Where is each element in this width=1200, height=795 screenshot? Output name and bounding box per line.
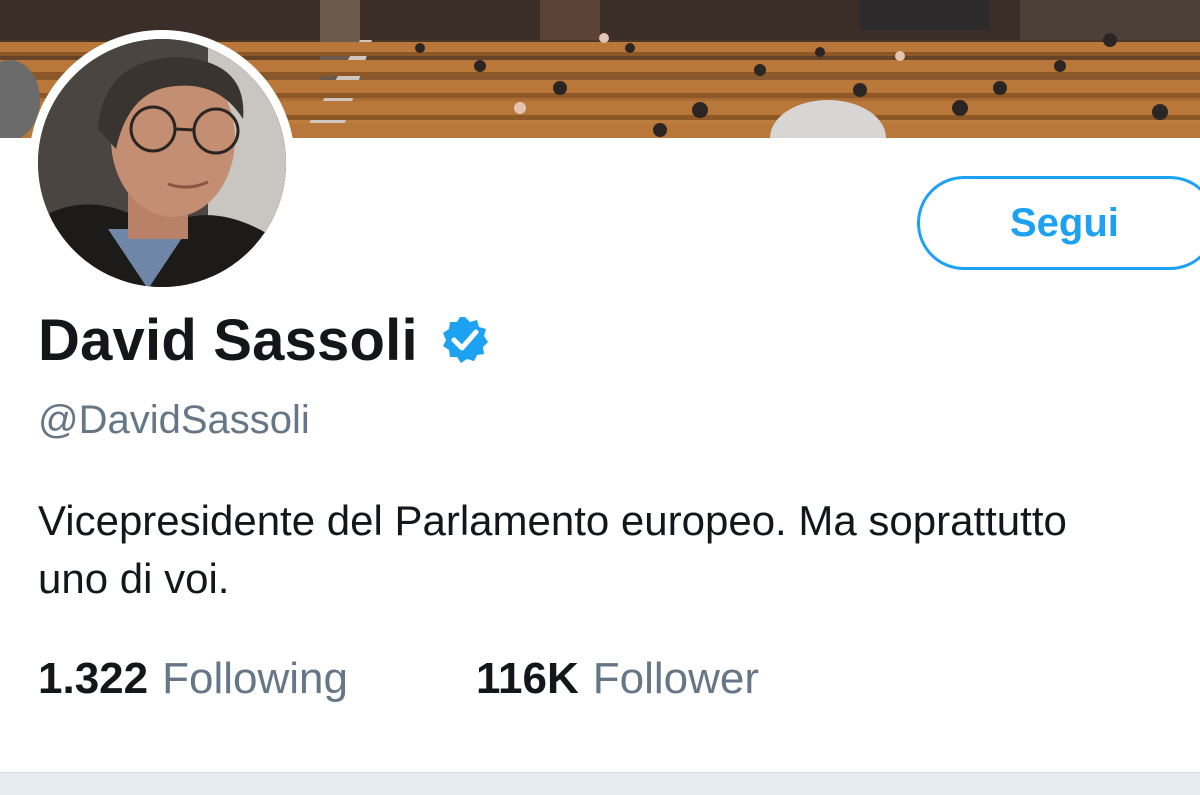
profile-handle: @DavidSassoli	[38, 398, 310, 442]
profile-bio: Vicepresidente del Parlamento europeo. M…	[38, 497, 1067, 602]
profile-stats: 1.322 Following 116K Follower	[38, 654, 759, 704]
profile-avatar[interactable]	[29, 30, 295, 296]
profile-screen: Segui David Sassoli @DavidSassoli Vicepr…	[0, 0, 1200, 795]
avatar-photo	[38, 39, 286, 287]
profile-name-row: David Sassoli	[38, 300, 490, 380]
followers-count: 116K	[475, 654, 579, 703]
follow-button[interactable]: Segui	[917, 176, 1200, 270]
followers-stat[interactable]: 116K Follower	[476, 654, 759, 704]
following-stat[interactable]: 1.322 Following	[38, 654, 348, 704]
following-count: 1.322	[38, 654, 149, 703]
section-divider	[0, 772, 1200, 795]
followers-label: Follower	[592, 654, 760, 703]
following-label: Following	[162, 654, 348, 703]
display-name: David Sassoli	[38, 307, 418, 373]
verified-badge-icon	[440, 315, 490, 365]
